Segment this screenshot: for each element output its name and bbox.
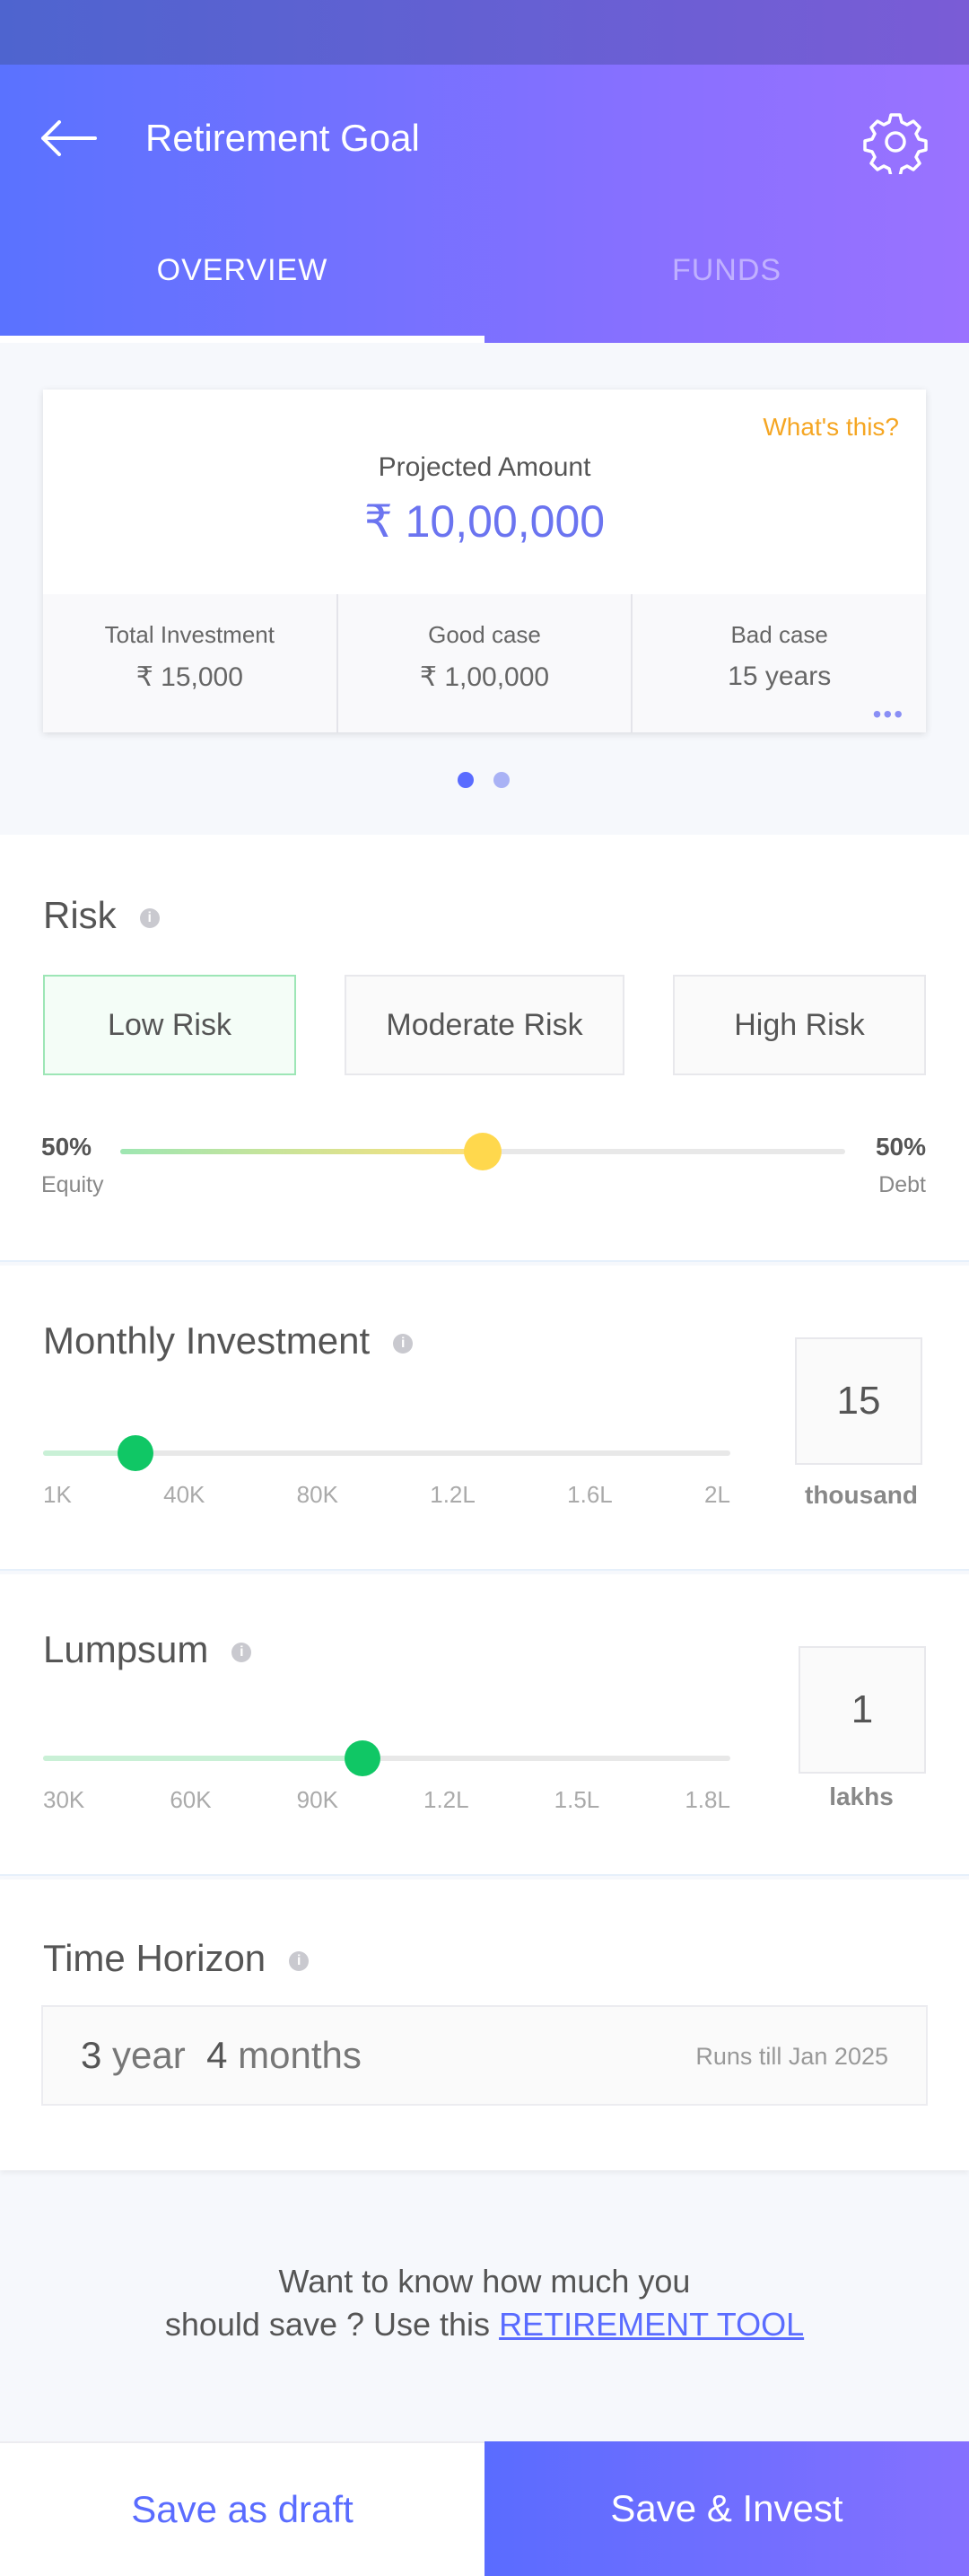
moderate-risk-button[interactable]: Moderate Risk <box>345 975 624 1075</box>
pager-dot[interactable] <box>493 772 510 788</box>
projected-amount-value: ₹ 10,00,000 <box>363 496 606 547</box>
section-title: Lumpsum <box>43 1628 209 1670</box>
stat-label: Good case <box>428 621 541 648</box>
monthly-unit: thousand <box>805 1481 918 1509</box>
monthly-investment-section: Monthly Investment i 1K 40K 80K 1.2L 1.6L… <box>0 1266 969 1571</box>
tab-funds[interactable]: FUNDS <box>484 253 969 288</box>
section-title: Monthly Investment <box>43 1319 371 1362</box>
stat-good-case: Good case ₹ 1,00,000 <box>336 594 632 732</box>
settings-button[interactable] <box>863 110 928 178</box>
risk-title-row: Risk i <box>43 894 160 937</box>
high-risk-button[interactable]: High Risk <box>673 975 926 1075</box>
lumpsum-slider-fill <box>43 1756 363 1761</box>
equity-label: Equity <box>41 1172 104 1197</box>
section-title: Time Horizon <box>43 1937 266 1979</box>
page-title: Retirement Goal <box>145 117 420 159</box>
save-as-draft-button[interactable]: Save as draft <box>0 2441 484 2576</box>
retirement-tool-link[interactable]: RETIREMENT TOOL <box>499 2306 804 2343</box>
time-horizon-section: Time Horizon i 3 year 4 months Runs till … <box>0 1879 969 2170</box>
monthly-value-box[interactable]: 15 <box>795 1337 922 1465</box>
time-horizon-field[interactable]: 3 year 4 months Runs till Jan 2025 <box>41 2005 928 2106</box>
tick-label: 1.5L <box>554 1786 600 1813</box>
risk-section: Risk i Low Risk Moderate Risk High Risk 5… <box>0 835 969 1262</box>
allocation-slider-thumb[interactable] <box>464 1133 502 1170</box>
lumpsum-value-box[interactable]: 1 <box>799 1646 926 1774</box>
stats-row: Total Investment ₹ 15,000 Good case ₹ 1,… <box>43 594 926 732</box>
tick-label: 1.2L <box>430 1481 476 1508</box>
debt-label: Debt <box>878 1172 926 1197</box>
status-bar <box>0 0 969 65</box>
projection-card[interactable]: What's this? Projected Amount ₹ 10,00,00… <box>43 390 926 732</box>
tick-label: 1.6L <box>567 1481 613 1508</box>
months-unit: months <box>238 2034 362 2076</box>
allocation-slider-fill <box>120 1149 483 1154</box>
low-risk-button[interactable]: Low Risk <box>43 975 296 1075</box>
arrow-left-icon <box>41 120 97 156</box>
tick-label: 1.8L <box>685 1786 730 1813</box>
tick-label: 1K <box>43 1481 72 1508</box>
projected-amount-label: Projected Amount <box>378 452 591 482</box>
tick-label: 40K <box>163 1481 205 1508</box>
stat-value: 15 years <box>728 662 832 691</box>
footer-actions: Save as draft Save & Invest <box>0 2441 969 2576</box>
section-title: Risk <box>43 894 117 936</box>
stat-value: ₹ 15,000 <box>135 662 243 692</box>
info-icon[interactable]: i <box>231 1642 252 1662</box>
retirement-tool-promo: Want to know how much you should save ? … <box>0 2260 969 2346</box>
stat-bad-case: Bad case 15 years ••• <box>631 594 926 732</box>
info-icon[interactable]: i <box>139 907 160 928</box>
lumpsum-unit: lakhs <box>829 1783 894 1810</box>
years-value: 3 <box>81 2034 102 2076</box>
lumpsum-ticks: 30K 60K 90K 1.2L 1.5L 1.8L <box>43 1786 730 1814</box>
tick-label: 30K <box>43 1786 85 1813</box>
card-pager <box>458 772 510 788</box>
stat-total-investment: Total Investment ₹ 15,000 <box>43 594 336 732</box>
lumpsum-section: Lumpsum i 30K 60K 90K 1.2L 1.5L 1.8L 1 la… <box>0 1574 969 1876</box>
info-icon[interactable]: i <box>289 1950 310 1971</box>
time-horizon-value: 3 year 4 months <box>81 2034 362 2077</box>
lumpsum-title-row: Lumpsum i <box>43 1628 252 1671</box>
months-value: 4 <box>206 2034 228 2076</box>
lumpsum-slider-track[interactable] <box>43 1756 730 1761</box>
monthly-slider-thumb[interactable] <box>118 1435 154 1471</box>
monthly-ticks: 1K 40K 80K 1.2L 1.6L 2L <box>43 1481 730 1509</box>
gear-icon <box>863 113 928 178</box>
tick-label: 2L <box>704 1481 730 1508</box>
pager-dot-active[interactable] <box>458 772 474 788</box>
lumpsum-slider-thumb[interactable] <box>345 1740 381 1776</box>
info-icon[interactable]: i <box>393 1333 414 1354</box>
monthly-title-row: Monthly Investment i <box>43 1319 414 1362</box>
tick-label: 60K <box>170 1786 212 1813</box>
back-button[interactable] <box>39 111 104 165</box>
tick-label: 1.2L <box>423 1786 469 1813</box>
more-options-icon[interactable]: ••• <box>873 702 904 727</box>
promo-text: should save ? Use this <box>164 2306 491 2343</box>
whats-this-link[interactable]: What's this? <box>763 413 899 442</box>
save-and-invest-button[interactable]: Save & Invest <box>484 2441 969 2576</box>
app-header: Retirement Goal OVERVIEW FUNDS <box>0 65 969 343</box>
tick-label: 90K <box>296 1786 338 1813</box>
stat-label: Total Investment <box>104 621 275 648</box>
stat-value: ₹ 1,00,000 <box>419 662 550 692</box>
tab-overview[interactable]: OVERVIEW <box>0 253 484 288</box>
debt-percent: 50% <box>875 1133 926 1161</box>
stat-label: Bad case <box>730 621 828 648</box>
tick-label: 80K <box>296 1481 338 1508</box>
equity-percent: 50% <box>41 1133 92 1161</box>
time-title-row: Time Horizon i <box>43 1937 310 1980</box>
promo-line-1: Want to know how much you <box>278 2263 691 2300</box>
promo-line-2: should save ? Use this RETIREMENT TOOL <box>0 2303 969 2346</box>
runs-till-note: Runs till Jan 2025 <box>695 2043 888 2070</box>
years-unit: year <box>112 2034 186 2076</box>
active-tab-indicator <box>0 336 484 343</box>
